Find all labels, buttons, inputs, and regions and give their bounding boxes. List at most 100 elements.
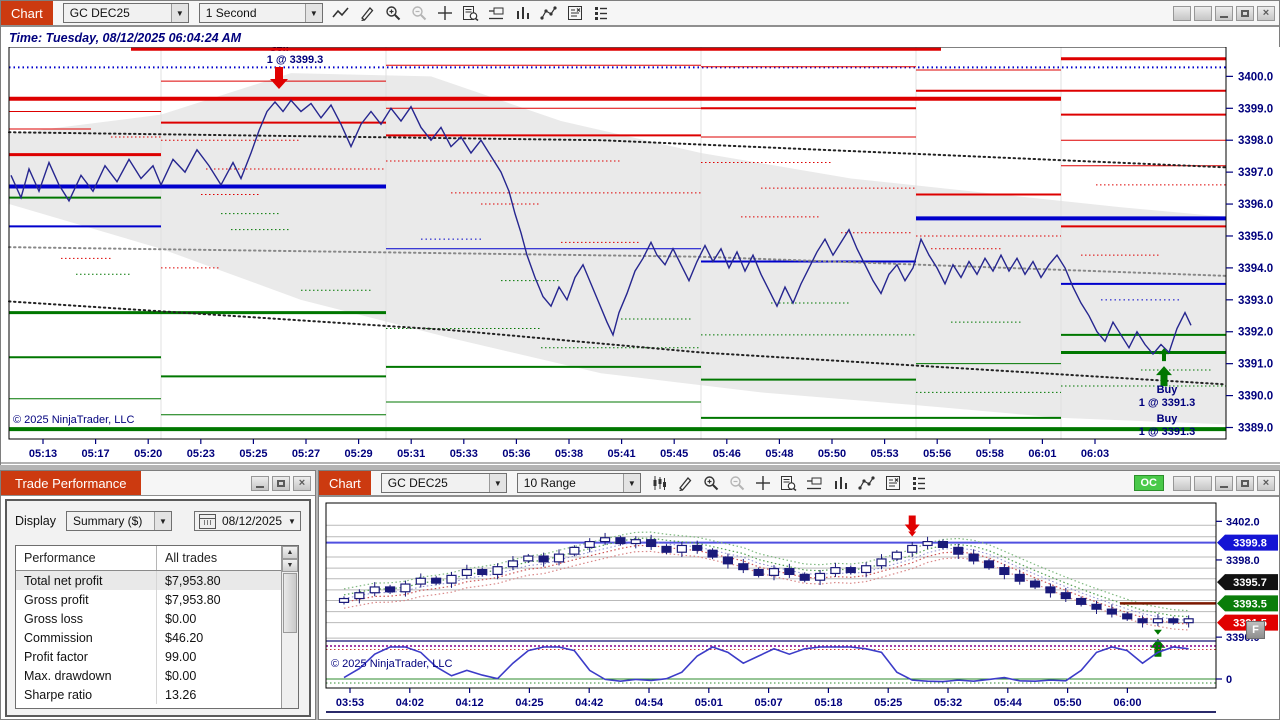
indicators-icon[interactable] [513,4,533,22]
chart1-link-button-1[interactable] [1173,5,1191,21]
chart2-close-button[interactable]: × [1257,475,1275,491]
chart1-close-button[interactable]: × [1257,5,1275,21]
performance-table-row[interactable]: Commission $46.20 [16,628,282,647]
line-chart-style-icon[interactable] [331,4,351,22]
candlestick-style-icon[interactable] [649,474,669,492]
properties-list-icon[interactable] [591,4,611,22]
y-axis-tick-label: 3398.0 [1226,555,1260,567]
x-axis-tick-label: 05:33 [450,448,478,460]
performance-table-row[interactable]: Profit factor 99.00 [16,647,282,666]
performance-table-scrollbar[interactable]: ▲ ▼ [281,546,298,708]
performance-table-row[interactable]: Gross loss $0.00 [16,609,282,628]
metric-value-cell: $7,953.80 [156,590,282,609]
chevron-down-icon: ▼ [170,4,188,22]
strategies-icon[interactable] [539,4,559,22]
drawing-pencil-icon[interactable] [357,4,377,22]
chart2-link-button-1[interactable] [1173,475,1191,491]
x-axis-tick-label: 05:50 [818,448,846,460]
drawing-pencil-icon[interactable] [675,474,695,492]
copyright-label: © 2025 NinjaTrader, LLC [13,414,134,426]
chart1-minimize-button[interactable] [1215,5,1233,21]
properties-list-icon[interactable] [909,474,929,492]
y-axis-tick-label: 3394.0 [1238,263,1273,275]
svg-text:1 @ 3391.3: 1 @ 3391.3 [1139,426,1196,438]
chart1-plot[interactable]: Sell1 @ 3399.3Buy1 @ 3391.3Buy1 @ 3391.3… [1,47,1280,465]
zoom-in-icon[interactable] [701,474,721,492]
x-axis-tick-label: 05:18 [814,697,842,709]
y-axis-tick-label: 3399.0 [1238,103,1273,115]
chart2-window-buttons: OC × [1133,475,1280,491]
chart2-tab[interactable]: Chart [319,471,371,495]
y-axis-tick-label: 3392.0 [1238,327,1273,339]
metric-name-cell: Gross profit [24,592,89,607]
market-replay-icon[interactable] [565,4,585,22]
chart1-instrument-select[interactable]: GC DEC25 ▼ [62,3,189,23]
chart2-maximize-button[interactable] [1236,475,1254,491]
scroll-down-icon[interactable]: ▼ [282,559,298,572]
chart2-interval-select[interactable]: 10 Range ▼ [516,473,641,493]
zoom-out-icon[interactable] [409,4,429,22]
metric-value-cell: $0.00 [156,609,282,628]
data-series-icon[interactable] [461,4,481,22]
scroll-up-icon[interactable]: ▲ [282,546,298,559]
zoom-out-icon[interactable] [727,474,747,492]
trade-performance-window: Trade Performance × Display Summary ($) … [0,470,316,720]
display-select[interactable]: Summary ($) ▼ [66,511,172,531]
data-series-icon[interactable] [779,474,799,492]
scrollbar-thumb[interactable] [283,573,297,633]
chart-trader-icon[interactable] [487,4,507,22]
market-replay-icon[interactable] [883,474,903,492]
performance-table-row[interactable]: Total net profit $7,953.80 [16,571,282,590]
chart1-interval-select[interactable]: 1 Second ▼ [198,3,323,23]
metric-name-cell: Profit factor [24,649,88,664]
performance-table-row[interactable]: Gross profit $7,953.80 [16,590,282,609]
metric-name-cell: Gross loss [24,611,84,626]
x-axis-tick-label: 05:41 [608,448,636,460]
x-axis-tick-label: 04:54 [635,697,664,709]
strategies-icon[interactable] [857,474,877,492]
trade-performance-tab[interactable]: Trade Performance [1,471,141,495]
x-axis-tick-label: 06:00 [1113,697,1141,709]
x-axis-tick-label: 05:25 [874,697,902,709]
oc-badge[interactable]: OC [1133,475,1164,491]
chart2-minimize-button[interactable] [1215,475,1233,491]
crosshair-icon[interactable] [753,474,773,492]
chart2-toolbar [649,474,929,492]
chart2-instrument-value: GC DEC25 [387,476,448,490]
x-axis-tick-label: 05:31 [397,448,425,460]
x-axis-tick-label: 04:42 [575,697,603,709]
y-axis-tick-label: 3400.0 [1238,71,1273,83]
chart2-link-button-2[interactable] [1194,475,1212,491]
performance-table: Performance All trades Total net profit $… [15,545,299,709]
chart1-toolbar [331,4,611,22]
performance-table-row[interactable]: Max. drawdown $0.00 [16,666,282,685]
chart2-instrument-select[interactable]: GC DEC25 ▼ [380,473,507,493]
chart1-tab[interactable]: Chart [1,1,53,25]
indicator-panel-button[interactable]: F [1246,621,1265,639]
all-trades-column-header[interactable]: All trades [156,546,298,570]
chart1-maximize-button[interactable] [1236,5,1254,21]
y-axis-tick-label: 3395.0 [1238,231,1273,243]
chart1-link-button-2[interactable] [1194,5,1212,21]
chart2-plot[interactable]: © 2025 NinjaTrader, LLC 3402.0 3399.8 3398.… [319,497,1279,719]
performance-column-header[interactable]: Performance [16,551,156,565]
x-axis-tick-label: 05:29 [345,448,373,460]
x-axis-tick-label: 04:02 [396,697,424,709]
chart-trader-icon[interactable] [805,474,825,492]
chart1-instrument-value: GC DEC25 [69,6,130,20]
y-axis-tick-label: 3398.0 [1238,135,1273,147]
crosshair-icon[interactable] [435,4,455,22]
trade-performance-maximize-button[interactable] [272,475,290,491]
indicators-icon[interactable] [831,474,851,492]
display-select-value: Summary ($) [73,514,143,528]
zoom-in-icon[interactable] [383,4,403,22]
x-axis-tick-label: 05:32 [934,697,962,709]
date-picker[interactable]: 08/12/2025 ▼ [193,511,301,531]
trade-performance-close-button[interactable]: × [293,475,311,491]
x-axis-tick-label: 05:23 [187,448,215,460]
trade-performance-window-buttons: × [251,475,315,491]
trade-performance-controls: Display Summary ($) ▼ 08/12/2025 ▼ [7,501,309,539]
trade-performance-minimize-button[interactable] [251,475,269,491]
x-axis-tick-label: 05:17 [82,448,110,460]
performance-table-row[interactable]: Sharpe ratio 13.26 [16,685,282,704]
